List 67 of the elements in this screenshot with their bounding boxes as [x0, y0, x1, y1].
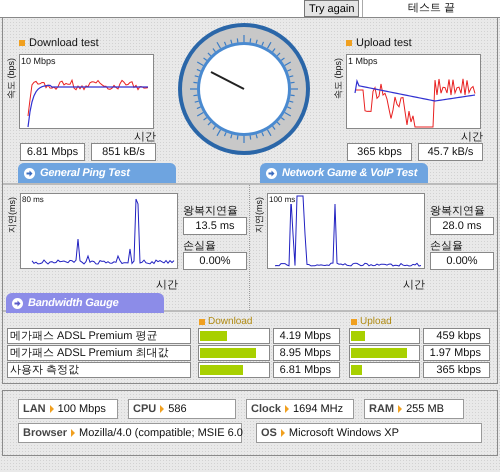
stat-label: 왕복지연율	[183, 204, 239, 217]
table-cell: 6.81 Mbps	[273, 362, 340, 378]
table-cell: 8.95 Mbps	[273, 345, 340, 361]
info-value: 1694 MHz	[292, 403, 344, 415]
axis-label: 속도 (bps)	[332, 58, 344, 100]
bullet-icon	[346, 40, 352, 46]
triangle-icon	[280, 429, 285, 437]
info-value: 100 Mbps	[58, 403, 106, 415]
status-label: 테스트 끝	[362, 0, 500, 17]
arrow-icon	[12, 298, 23, 308]
table-cell: 메가패스 ADSL Premium 최대값	[7, 345, 191, 361]
table-cell: 1.97 Mbps	[423, 345, 490, 361]
latency-value: 13.5 ms	[183, 217, 247, 235]
column-header: Download	[208, 316, 252, 327]
triangle-icon	[160, 405, 164, 413]
info-label: Clock	[251, 403, 281, 415]
axis-label: 시간	[461, 131, 483, 143]
info-value: Mozilla/4.0 (compatible; MSIE 6.0	[79, 427, 243, 439]
axis-label: 지연(ms)	[253, 197, 265, 233]
axis-label: 시간	[403, 279, 425, 291]
scale-label: 100 ms	[269, 195, 296, 204]
axis-label: 속도 (bps)	[5, 58, 17, 100]
info-label: CPU	[133, 403, 156, 415]
triangle-icon	[398, 405, 402, 413]
table-cell: 사용자 측정값	[7, 362, 191, 378]
table-cell: 4.19 Mbps	[273, 328, 340, 344]
bullet-icon	[19, 40, 25, 46]
bullet-icon	[351, 318, 357, 324]
rate-value: 45.7 kB/s	[418, 143, 483, 161]
arrow-icon	[266, 168, 277, 178]
axis-label: 시간	[156, 279, 178, 291]
bullet-icon	[199, 318, 205, 324]
axis-label: 지연(ms)	[6, 197, 18, 233]
triangle-icon	[284, 405, 289, 413]
info-label: Browser	[23, 427, 68, 439]
info-value: 586	[168, 403, 187, 415]
stat-label: 손실율	[183, 239, 217, 252]
rate-value: 851 kB/s	[91, 143, 156, 161]
section-tab[interactable]: Bandwidth Gauge	[6, 293, 164, 313]
loss-value: 0.00%	[430, 252, 494, 270]
table-cell: 459 kbps	[423, 328, 490, 344]
section-tab[interactable]: Network Game & VoIP Test	[260, 163, 428, 183]
stat-label: 왕복지연율	[430, 204, 486, 217]
info-label: RAM	[369, 403, 394, 415]
info-value: 255 MB	[406, 403, 444, 415]
scale-label: 10 Mbps	[21, 56, 56, 66]
stat-label: 손실율	[430, 239, 464, 252]
scale-label: 1 Mbps	[348, 56, 378, 66]
info-label: LAN	[23, 403, 46, 415]
try-again-button[interactable]: Try again	[304, 0, 360, 17]
latency-value: 28.0 ms	[430, 217, 494, 235]
loss-value: 0.00%	[183, 252, 247, 270]
info-label: OS	[261, 427, 277, 439]
table-cell: 메가패스 ADSL Premium 평균	[7, 328, 191, 344]
triangle-icon	[71, 429, 76, 437]
info-value: Microsoft Windows XP	[288, 427, 399, 439]
scale-label: 80 ms	[22, 195, 45, 204]
triangle-icon	[50, 405, 54, 413]
column-header: Upload	[360, 316, 392, 327]
speed-value: 365 kbps	[347, 143, 412, 161]
panel-title: Download test	[29, 37, 99, 49]
axis-label: 시간	[134, 131, 156, 143]
table-cell: 365 kbps	[423, 362, 490, 378]
section-tab[interactable]: General Ping Test	[18, 163, 176, 183]
speed-value: 6.81 Mbps	[20, 143, 85, 161]
panel-title: Upload test	[356, 37, 412, 49]
arrow-icon	[24, 168, 35, 178]
